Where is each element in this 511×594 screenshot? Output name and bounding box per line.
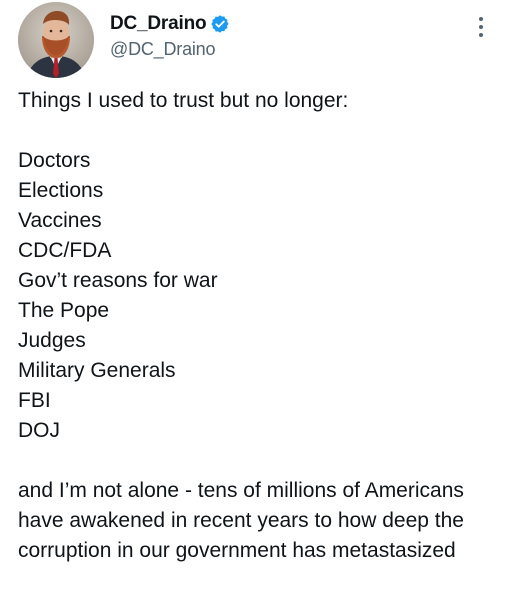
list-item: DOJ [18,419,60,442]
list-item: Military Generals [18,359,176,382]
display-name[interactable]: DC_Draino [110,13,207,35]
avatar[interactable] [18,2,94,78]
user-handle[interactable]: @DC_Draino [110,39,230,60]
list-item: Elections [18,179,104,202]
tweet: DC_Draino @DC_Draino Things I used to tr… [0,0,511,594]
list-item: Doctors [18,149,91,172]
verified-badge-icon [210,14,230,34]
list-item: The Pope [18,299,110,322]
list-item: CDC/FDA [18,239,112,262]
avatar-image [18,2,94,78]
display-name-row: DC_Draino [110,12,230,36]
tweet-closing: and I’m not alone - tens of millions of … [18,479,464,562]
list-item: FBI [18,389,51,412]
vertical-ellipsis-icon[interactable] [473,14,489,40]
tweet-intro: Things I used to trust but no longer: [18,89,349,112]
user-names: DC_Draino @DC_Draino [110,12,230,60]
list-item: Gov’t reasons for war [18,269,218,292]
list-item: Vaccines [18,209,102,232]
tweet-header: DC_Draino @DC_Draino [18,2,493,78]
list-item: Judges [18,329,86,352]
tweet-text: Things I used to trust but no longer: Do… [18,86,501,566]
